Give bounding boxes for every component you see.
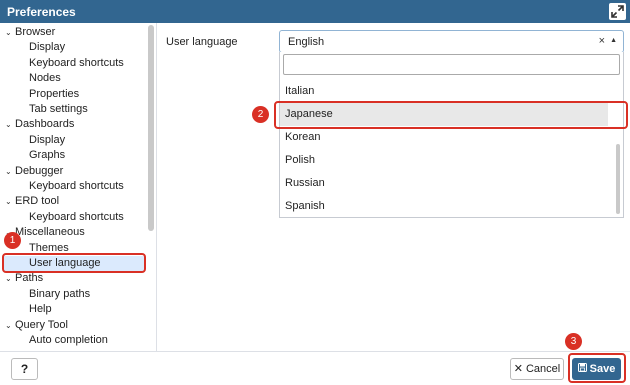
language-dropdown: Italian Japanese Korean Polish Russian Spanis…: [279, 52, 624, 218]
sidebar-item-label: Tab settings: [29, 103, 88, 115]
sidebar-scrollbar[interactable]: [148, 25, 154, 231]
sidebar-item[interactable]: Graphs: [29, 148, 65, 163]
sidebar-item-label: Debugger: [15, 164, 64, 177]
sidebar-item-label: Display: [29, 133, 66, 146]
sidebar-item-label: Nodes: [29, 72, 61, 85]
user-language-label: User language: [166, 36, 238, 48]
help-button[interactable]: ?: [11, 358, 38, 380]
dialog-footer: ? ✕ Cancel Save: [0, 351, 630, 385]
dropdown-option[interactable]: Korean: [280, 126, 608, 149]
sidebar-item[interactable]: ⌄ Debugger: [5, 164, 63, 179]
dropdown-option[interactable]: Spanish: [280, 195, 608, 217]
dropdown-option[interactable]: Italian: [280, 80, 608, 103]
sidebar-item[interactable]: Binary paths: [29, 287, 90, 302]
chevron-down-icon[interactable]: ⌄: [5, 194, 15, 209]
sidebar-item[interactable]: Keyboard shortcuts: [29, 179, 124, 194]
sidebar-item-label: Graphs: [29, 149, 66, 162]
sidebar-item-label: Browser: [15, 26, 56, 38]
sidebar-item[interactable]: Nodes: [29, 71, 61, 86]
sidebar-item-label: ERD tool: [15, 195, 60, 208]
highlight-japanese-option: [274, 101, 628, 129]
dropdown-search-input[interactable]: [283, 54, 620, 75]
preferences-tree: ⌄ Browser Display Keyboard shortcuts Nodes Pr…: [0, 23, 157, 351]
sidebar-item[interactable]: Tab settings: [29, 102, 88, 117]
step-marker-2: 2: [252, 106, 269, 123]
sidebar-item-label: Display: [29, 41, 66, 54]
sidebar-item-label: Properties: [29, 87, 80, 100]
dropdown-option[interactable]: Russian: [280, 172, 608, 195]
sidebar-item-label: Help: [29, 303, 52, 316]
expand-icon[interactable]: [609, 3, 626, 20]
sidebar-item[interactable]: Auto completion: [29, 333, 108, 348]
sidebar-item-label: Miscellaneous: [15, 226, 85, 239]
sidebar-item[interactable]: Keyboard shortcuts: [29, 210, 124, 225]
cancel-button[interactable]: ✕ Cancel: [510, 358, 564, 380]
sidebar-item[interactable]: ⌄ Paths: [5, 271, 43, 286]
chevron-down-icon[interactable]: ⌄: [5, 25, 15, 40]
dropdown-option[interactable]: Polish: [280, 149, 608, 172]
cancel-label: Cancel: [525, 363, 561, 375]
sidebar-item[interactable]: ⌄ Query Tool: [5, 318, 68, 333]
chevron-down-icon[interactable]: ⌄: [5, 164, 15, 179]
title-bar: Preferences: [0, 0, 630, 23]
step-marker-1: 1: [4, 232, 21, 249]
highlight-save-button: [568, 353, 626, 383]
highlight-user-language: [2, 253, 146, 273]
chevron-up-icon[interactable]: ▲: [610, 37, 617, 44]
chevron-down-icon[interactable]: ⌄: [5, 318, 15, 333]
sidebar-item-label: Keyboard shortcuts: [29, 56, 124, 69]
sidebar-item-label: Paths: [15, 272, 44, 285]
sidebar-item[interactable]: Properties: [29, 87, 79, 102]
sidebar-item-label: Dashboards: [15, 118, 75, 131]
step-marker-3: 3: [565, 333, 582, 350]
close-icon: ✕: [513, 363, 523, 375]
sidebar-item[interactable]: Help: [29, 302, 52, 317]
sidebar-item[interactable]: ⌄ Browser: [5, 25, 55, 40]
sidebar-item-label: Keyboard shortcuts: [29, 180, 124, 192]
sidebar-item-label: Auto completion: [29, 334, 108, 346]
clear-icon[interactable]: ×: [599, 35, 605, 47]
sidebar-item-label: Query Tool: [15, 318, 68, 331]
select-value: English: [288, 36, 325, 48]
dropdown-scrollbar[interactable]: [616, 144, 620, 214]
chevron-down-icon[interactable]: ⌄: [5, 271, 15, 286]
user-language-select[interactable]: English × ▲: [279, 30, 624, 53]
sidebar-item[interactable]: Keyboard shortcuts: [29, 56, 124, 71]
sidebar-item[interactable]: ⌄ Dashboards: [5, 117, 74, 132]
sidebar-item-label: Binary paths: [29, 287, 91, 300]
window-title: Preferences: [7, 5, 76, 19]
sidebar-item-label: Keyboard shortcuts: [29, 210, 124, 223]
sidebar-item[interactable]: Display: [29, 133, 65, 148]
chevron-down-icon[interactable]: ⌄: [5, 117, 15, 132]
sidebar-item[interactable]: Display: [29, 40, 65, 55]
sidebar-item[interactable]: ⌄ ERD tool: [5, 194, 59, 209]
sidebar-item-label: Themes: [29, 241, 69, 254]
